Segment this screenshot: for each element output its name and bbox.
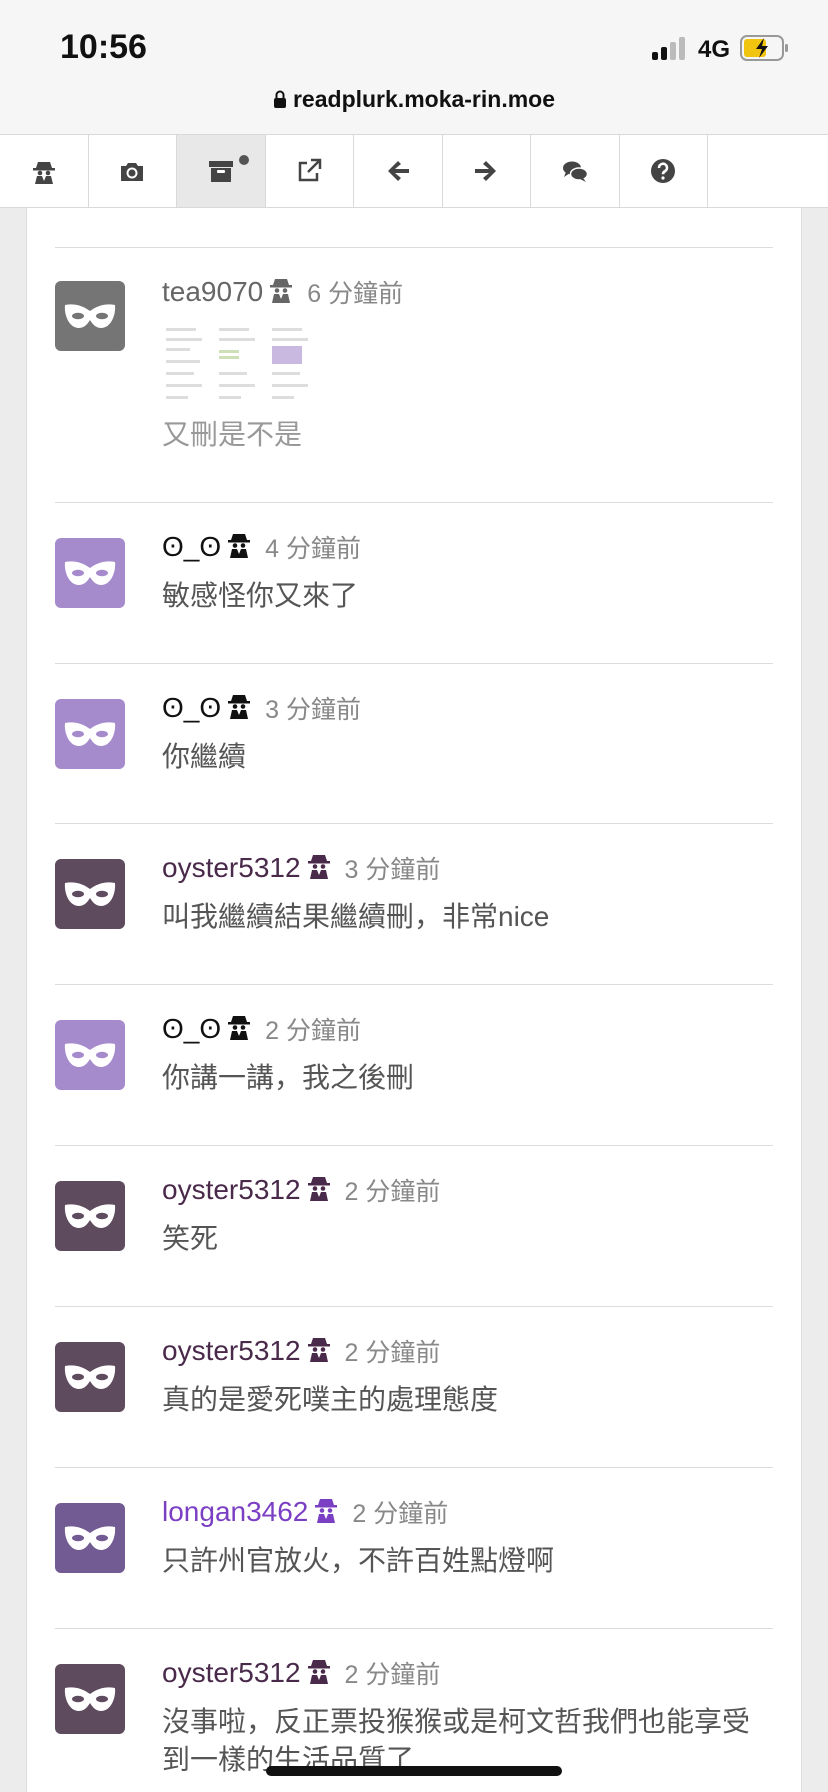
mask-icon	[64, 722, 116, 746]
response-text: 敏感怪你又來了	[162, 580, 359, 611]
avatar[interactable]	[55, 1181, 125, 1251]
url-text: readplurk.moka-rin.moe	[292, 86, 556, 112]
anonymous-icon	[314, 1497, 338, 1528]
avatar[interactable]	[55, 281, 125, 351]
avatar[interactable]	[55, 1503, 125, 1573]
image-thumbnail[interactable]	[162, 320, 208, 414]
response-item: oyster5312 2 分鐘前 笑死	[0, 1146, 828, 1306]
response-text: 笑死	[162, 1223, 219, 1254]
address-bar[interactable]: readplurk.moka-rin.moe	[0, 78, 828, 134]
response-text: 你講一講，我之後刪	[162, 1062, 415, 1093]
anonymous-icon	[307, 853, 331, 884]
help-icon	[651, 159, 676, 183]
anonymous-icon	[32, 162, 55, 184]
response-item: ʘ_ʘ 4 分鐘前 敏感怪你又來了	[0, 503, 828, 663]
timestamp: 2 分鐘前	[265, 1017, 361, 1045]
response-item: tea9070 6 分鐘前 又刪是不是	[0, 248, 828, 502]
username[interactable]: tea9070	[162, 276, 263, 307]
home-indicator[interactable]	[266, 1766, 562, 1776]
response-item: ʘ_ʘ 3 分鐘前 你繼續	[0, 664, 828, 824]
timestamp: 6 分鐘前	[307, 280, 404, 308]
arrow-right-icon	[475, 161, 497, 181]
attached-images[interactable]	[162, 320, 314, 414]
mask-icon	[64, 1687, 116, 1711]
lock-icon	[273, 87, 287, 114]
mask-icon	[64, 1526, 116, 1550]
anonymous-icon	[227, 693, 251, 724]
response-text: 你繼續	[162, 741, 247, 772]
help-button[interactable]	[620, 135, 708, 207]
anonymous-button[interactable]	[0, 135, 89, 207]
timestamp: 2 分鐘前	[352, 1500, 449, 1528]
avatar[interactable]	[55, 699, 125, 769]
avatar[interactable]	[55, 538, 125, 608]
comments-icon	[562, 161, 588, 182]
avatar[interactable]	[55, 859, 125, 929]
external-link-icon	[299, 158, 322, 182]
response-text: 只許州官放火，不許百姓點燈啊	[162, 1545, 555, 1576]
image-thumbnail[interactable]	[268, 320, 314, 414]
status-bar: 10:56 4G	[0, 0, 828, 78]
status-time: 10:56	[60, 28, 147, 66]
response-text: 又刪是不是	[162, 419, 303, 450]
screen: 10:56 4G readplurk.moka-rin.moe tea9070 …	[0, 0, 828, 1792]
avatar[interactable]	[55, 1664, 125, 1734]
username[interactable]: oyster5312	[162, 1174, 301, 1205]
network-type: 4G	[698, 36, 731, 63]
response-text: 真的是愛死噗主的處理態度	[162, 1384, 499, 1415]
anonymous-icon	[307, 1658, 331, 1689]
anonymous-icon	[307, 1175, 331, 1206]
battery-icon	[740, 35, 790, 61]
username[interactable]: oyster5312	[162, 852, 301, 883]
timestamp: 2 分鐘前	[344, 1661, 441, 1689]
mask-icon	[64, 304, 116, 328]
avatar[interactable]	[55, 1020, 125, 1090]
mask-icon	[64, 1043, 116, 1067]
anonymous-icon	[227, 1014, 251, 1045]
timestamp: 2 分鐘前	[344, 1339, 441, 1367]
mask-icon	[64, 1365, 116, 1389]
response-item: oyster5312 2 分鐘前 真的是愛死噗主的處理態度	[0, 1307, 828, 1467]
camera-icon	[121, 163, 144, 181]
avatar[interactable]	[55, 1342, 125, 1412]
anonymous-icon	[269, 277, 293, 308]
username[interactable]: oyster5312	[162, 1335, 301, 1366]
mask-icon	[64, 561, 116, 585]
archive-icon	[208, 161, 233, 182]
timestamp: 2 分鐘前	[344, 1178, 441, 1206]
toolbar	[0, 134, 828, 208]
response-text: 叫我繼續結果繼續刪，非常nice	[162, 901, 550, 932]
username[interactable]: ʘ_ʘ	[162, 1013, 221, 1044]
username[interactable]: ʘ_ʘ	[162, 531, 221, 562]
archive-button[interactable]	[177, 135, 266, 207]
timestamp: 4 分鐘前	[265, 535, 361, 563]
camera-button[interactable]	[89, 135, 177, 207]
mask-icon	[64, 882, 116, 906]
signal-icon	[652, 36, 688, 60]
external-link-button[interactable]	[266, 135, 354, 207]
timestamp: 3 分鐘前	[344, 856, 441, 884]
username[interactable]: oyster5312	[162, 1657, 301, 1688]
response-item: longan3462 2 分鐘前 只許州官放火，不許百姓點燈啊	[0, 1468, 828, 1628]
username[interactable]: ʘ_ʘ	[162, 692, 221, 723]
timestamp: 3 分鐘前	[265, 696, 361, 724]
arrow-left-icon	[387, 161, 409, 181]
username[interactable]: longan3462	[162, 1496, 308, 1527]
anonymous-icon	[227, 532, 251, 563]
response-item: oyster5312 3 分鐘前 叫我繼續結果繼續刪，非常nice	[0, 824, 828, 984]
mask-icon	[64, 1204, 116, 1228]
image-thumbnail[interactable]	[215, 320, 261, 414]
anonymous-icon	[307, 1336, 331, 1367]
back-button[interactable]	[354, 135, 443, 207]
forward-button[interactable]	[443, 135, 531, 207]
comments-button[interactable]	[531, 135, 620, 207]
notification-dot	[239, 155, 249, 165]
response-item: ʘ_ʘ 2 分鐘前 你講一講，我之後刪	[0, 985, 828, 1145]
